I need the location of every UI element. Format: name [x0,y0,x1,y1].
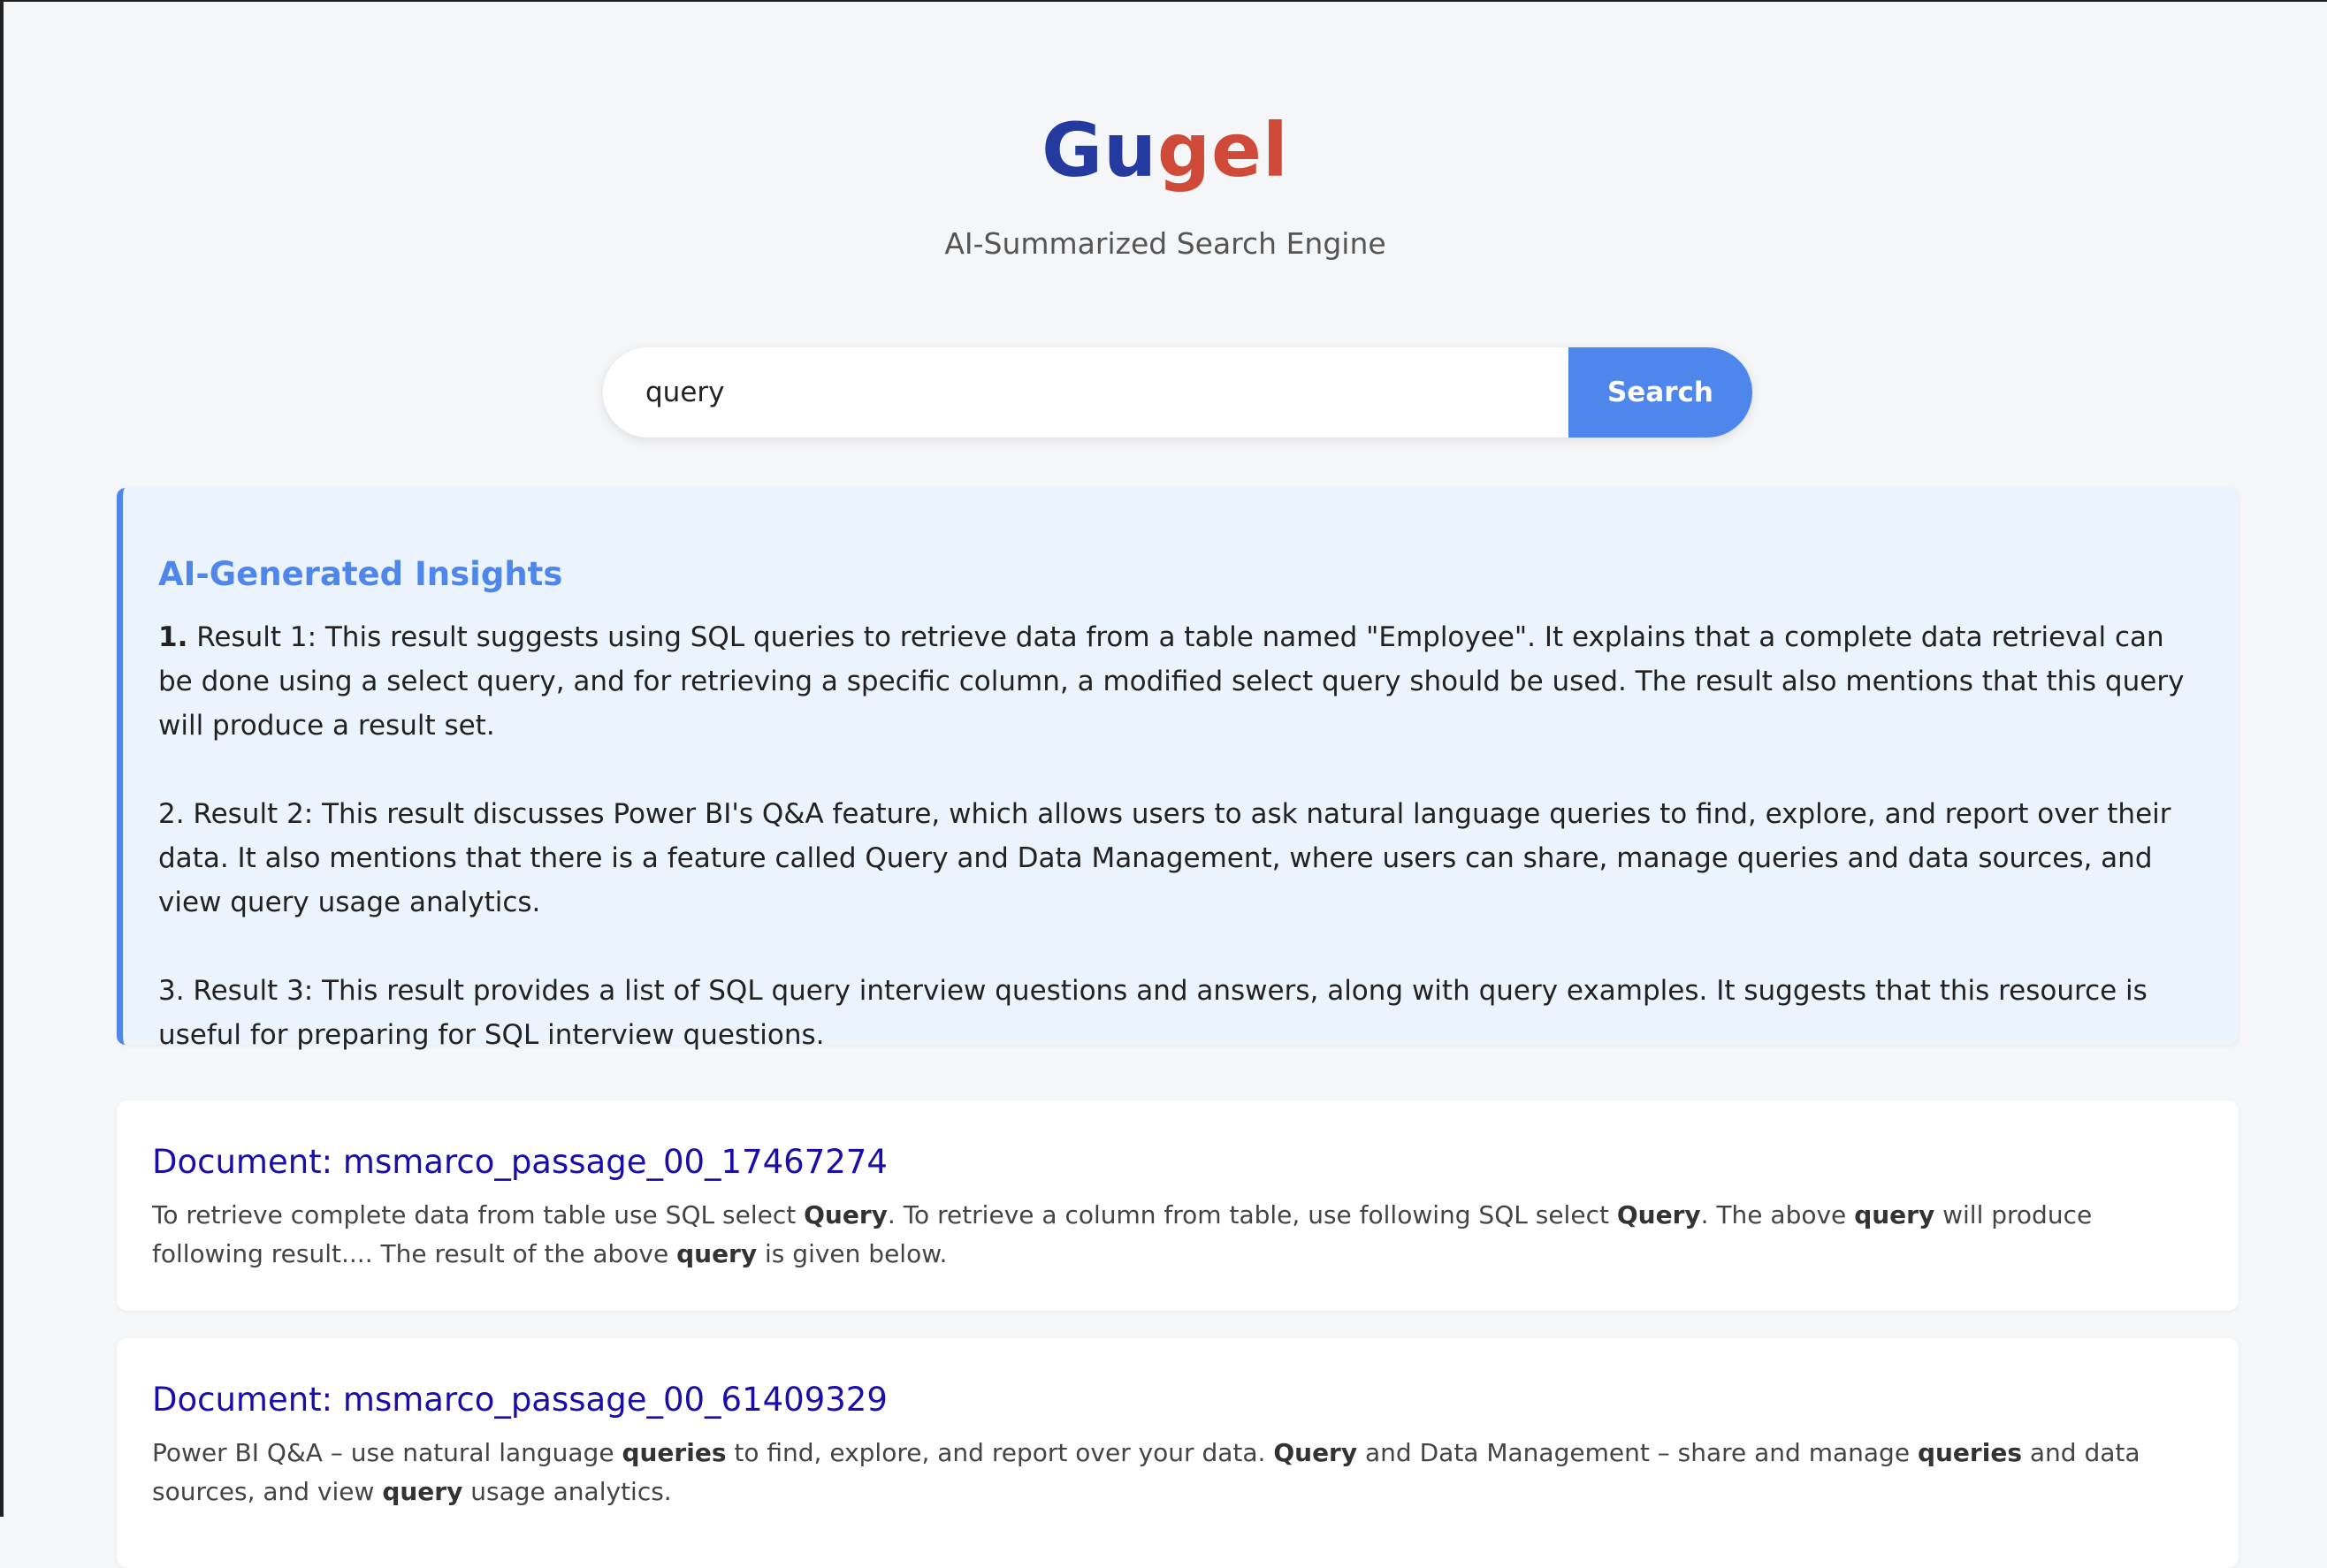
result-snippet: Power BI Q&A – use natural language quer… [152,1434,2200,1511]
snippet-text: usage analytics. [462,1477,672,1506]
snippet-text: Power BI Q&A – use natural language [152,1438,622,1467]
result-card: Document: msmarco_passage_00_17467274 To… [117,1100,2239,1311]
ai-insights-panel: AI-Generated Insights 1. Result 1: This … [117,488,2239,1051]
logo: Gugel [4,106,2327,194]
snippet-highlight: query [382,1477,463,1506]
logo-part-2: gel [1156,107,1289,194]
result-title-link[interactable]: Document: msmarco_passage_00_17467274 [152,1141,2200,1184]
insight-item-2: 2. Result 2: This result discusses Power… [158,792,2193,925]
snippet-highlight: queries [622,1438,727,1467]
result-snippet: To retrieve complete data from table use… [152,1196,2200,1274]
snippet-text: to find, explore, and report over your d… [726,1438,1274,1467]
result-card: Document: msmarco_passage_00_61409329 Po… [117,1338,2239,1568]
snippet-text: . The above [1700,1200,1855,1229]
snippet-highlight: queries [1917,1438,2022,1467]
insight-item-3: 3. Result 3: This result provides a list… [158,969,2193,1057]
search-input[interactable] [603,347,1568,438]
insight-item-1: 1. Result 1: This result suggests using … [158,615,2193,748]
search-button[interactable]: Search [1568,347,1752,438]
snippet-text: and Data Management – share and manage [1357,1438,1918,1467]
insight-text: 3. Result 3: This result provides a list… [158,975,2148,1051]
tagline: AI-Summarized Search Engine [944,226,1386,261]
snippet-highlight: Query [804,1200,888,1229]
snippet-highlight: query [676,1239,758,1268]
insights-title: AI-Generated Insights [158,555,563,593]
logo-part-1: Gu [1041,107,1157,194]
snippet-highlight: Query [1616,1200,1701,1229]
snippet-text: To retrieve complete data from table use… [152,1200,805,1229]
snippet-highlight: query [1854,1200,1935,1229]
snippet-highlight: Query [1273,1438,1358,1467]
search-bar: Search [603,347,1752,438]
snippet-text: is given below. [757,1239,948,1268]
insight-text: Result 1: This result suggests using SQL… [158,621,2185,742]
snippet-text: . To retrieve a column from table, use f… [887,1200,1617,1229]
insight-text: 2. Result 2: This result discusses Power… [158,798,2171,918]
result-title-link[interactable]: Document: msmarco_passage_00_61409329 [152,1379,2200,1421]
insight-number: 1. [158,621,188,653]
